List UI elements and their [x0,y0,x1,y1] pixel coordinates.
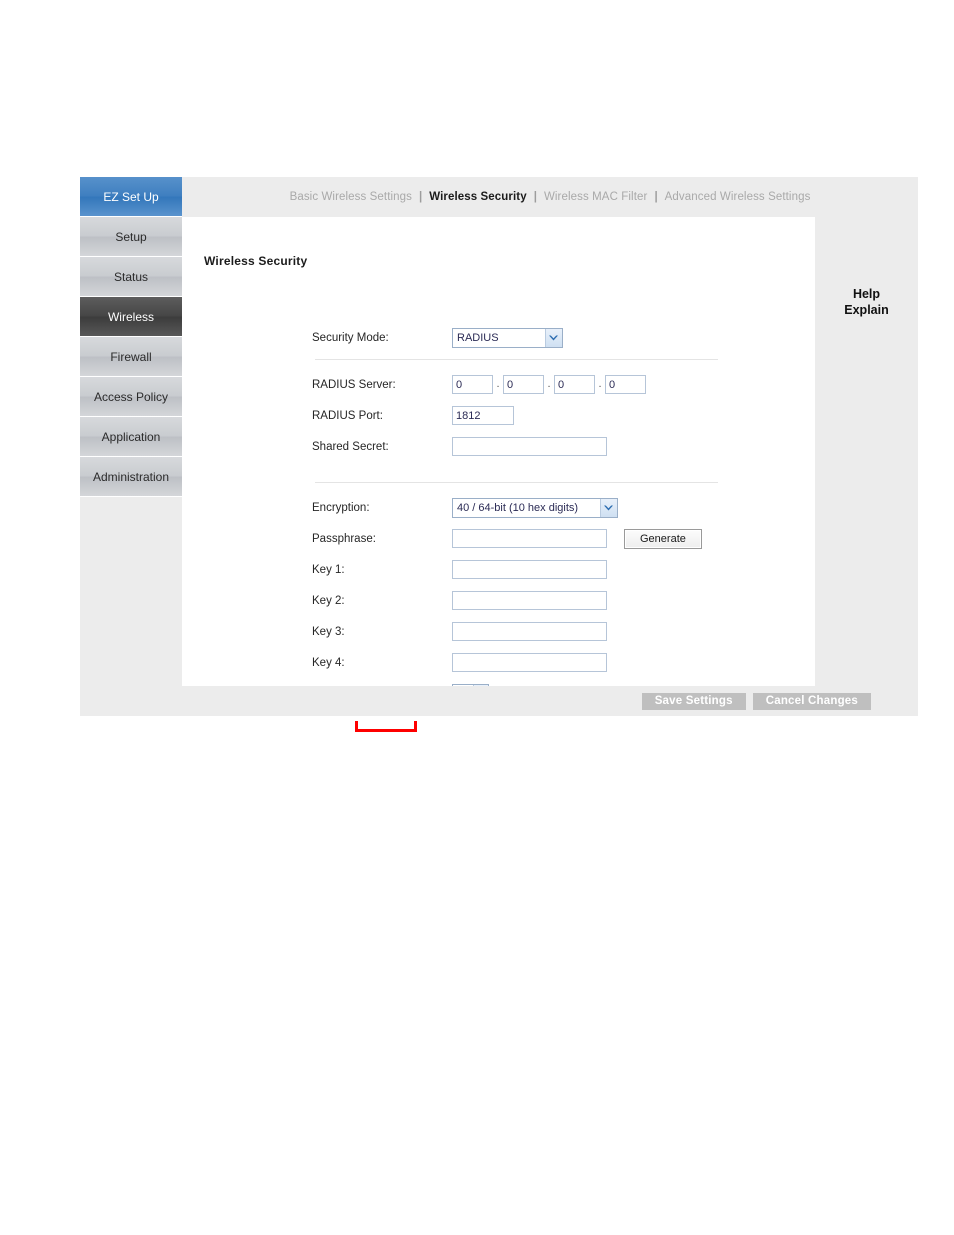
tab-wireless-security[interactable]: Wireless Security [425,191,530,203]
key-3-label: Key 3: [312,625,345,638]
encryption-label: Encryption: [312,501,370,514]
tab-advanced-wireless-settings[interactable]: Advanced Wireless Settings [661,191,815,203]
key-1-input[interactable] [452,560,607,579]
sidebar-item-label: Access Policy [93,389,169,404]
octet-separator: . [547,378,551,390]
key-4-label: Key 4: [312,656,345,669]
octet-separator: . [598,378,602,390]
tab-basic-wireless-settings[interactable]: Basic Wireless Settings [286,191,416,203]
radius-port-label: RADIUS Port: [312,409,383,422]
sidebar-item-administration[interactable]: Administration [80,457,182,497]
wireless-security-form: Security Mode: RADIUS RADIUS Server: 0 .… [312,322,782,709]
row-passphrase: Passphrase: Generate [312,523,782,554]
cancel-changes-button[interactable]: Cancel Changes [752,692,871,710]
sidebar-item-label: Wireless [107,309,154,324]
page-title: Wireless Security [204,254,308,268]
key-2-input[interactable] [452,591,607,610]
security-mode-value: RADIUS [457,331,499,344]
key-2-label: Key 2: [312,594,345,607]
tab-separator: | [419,191,423,203]
sidebar-item-setup[interactable]: Setup [80,217,182,257]
key-1-label: Key 1: [312,563,345,576]
row-security-mode: Security Mode: RADIUS [312,322,782,353]
sidebar-item-label: Administration [92,469,170,484]
security-mode-select[interactable]: RADIUS [452,327,563,348]
row-radius-port: RADIUS Port: [312,400,782,431]
sidebar-item-application[interactable]: Application [80,417,182,457]
sidebar-item-wireless[interactable]: Wireless [80,297,182,337]
row-key-4: Key 4: [312,647,782,678]
footer-bar: Save Settings Cancel Changes [182,686,918,716]
passphrase-label: Passphrase: [312,532,376,545]
divider-bottom [315,482,718,483]
row-key-3: Key 3: [312,616,782,647]
row-radius-server: RADIUS Server: . . . [312,369,782,400]
passphrase-input[interactable] [452,529,607,548]
sidebar-item-label: Application [101,429,161,444]
sidebar-item-label: EZ Set Up [103,189,159,204]
save-settings-button[interactable]: Save Settings [641,692,746,710]
divider-top [315,359,718,360]
help-explain-label[interactable]: Help Explain [815,286,918,318]
content-panel: Wireless Security Security Mode: RADIUS [182,217,815,704]
tab-separator: | [654,191,658,203]
sidebar-item-ez-set-up[interactable]: EZ Set Up [80,177,182,217]
radius-server-octet-4[interactable] [605,375,646,394]
shared-secret-input[interactable] [452,437,607,456]
row-key-2: Key 2: [312,585,782,616]
sidebar-item-label: Status [113,269,149,284]
encryption-select[interactable]: 40 / 64-bit (10 hex digits) [452,497,618,518]
row-shared-secret: Shared Secret: [312,431,782,462]
red-annotation-bracket [355,721,417,732]
help-line-1: Help [852,287,881,301]
key-4-input[interactable] [452,653,607,672]
sidebar-item-label: Setup [115,229,147,244]
router-admin-page: Basic Wireless Settings | Wireless Secur… [80,177,918,716]
octet-separator: . [496,378,500,390]
shared-secret-label: Shared Secret: [312,440,389,453]
sidebar-item-label: Firewall [110,349,152,364]
radius-port-input[interactable] [452,406,514,425]
sidebar-item-firewall[interactable]: Firewall [80,337,182,377]
radius-server-octet-3[interactable] [554,375,595,394]
tab-wireless-mac-filter[interactable]: Wireless MAC Filter [540,191,652,203]
help-panel: Help Explain [815,217,918,686]
sidebar: EZ Set Up Setup Status Wireless Firewall… [80,177,182,676]
key-3-input[interactable] [452,622,607,641]
chevron-down-icon[interactable] [544,328,562,347]
tab-separator: | [533,191,537,203]
screenshot-root: Basic Wireless Settings | Wireless Secur… [0,0,954,1235]
radius-server-octet-1[interactable] [452,375,493,394]
encryption-value: 40 / 64-bit (10 hex digits) [457,501,579,514]
chevron-down-icon[interactable] [599,498,617,517]
security-mode-label: Security Mode: [312,331,389,344]
generate-button[interactable]: Generate [624,528,702,549]
sidebar-filler [80,497,182,676]
radius-server-label: RADIUS Server: [312,378,396,391]
sidebar-item-access-policy[interactable]: Access Policy [80,377,182,417]
help-line-2: Explain [844,303,889,317]
radius-server-octet-2[interactable] [503,375,544,394]
sidebar-item-status[interactable]: Status [80,257,182,297]
tab-bar: Basic Wireless Settings | Wireless Secur… [182,177,918,217]
row-key-1: Key 1: [312,554,782,585]
row-encryption: Encryption: 40 / 64-bit (10 hex digits) [312,492,782,523]
